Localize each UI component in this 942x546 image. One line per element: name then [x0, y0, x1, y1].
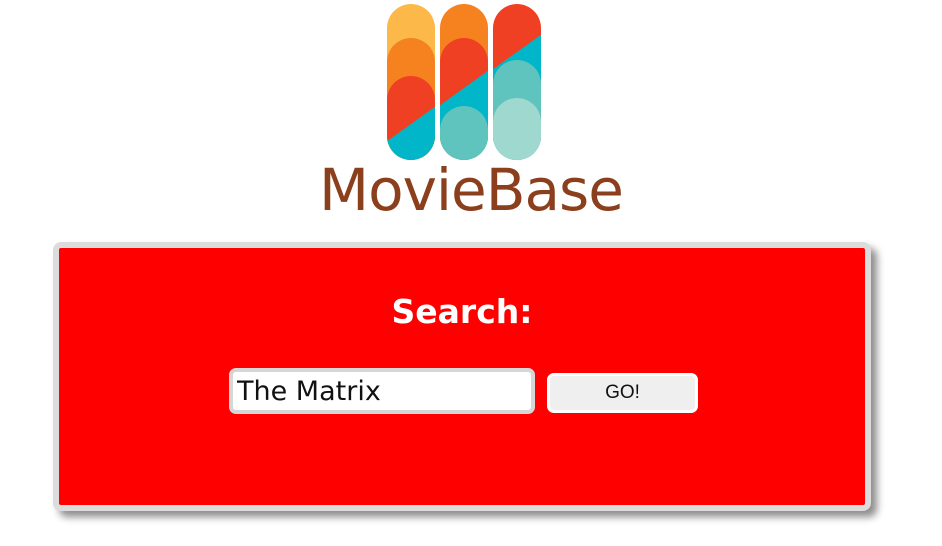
moviebase-logo-icon — [387, 4, 541, 160]
brand-wordmark: MovieBase — [319, 156, 624, 224]
search-heading: Search: — [391, 292, 533, 331]
search-input[interactable] — [229, 368, 535, 414]
search-panel: Search: GO! — [53, 242, 871, 511]
go-button[interactable]: GO! — [547, 373, 698, 413]
page: MovieBase Search: GO! — [0, 0, 942, 546]
